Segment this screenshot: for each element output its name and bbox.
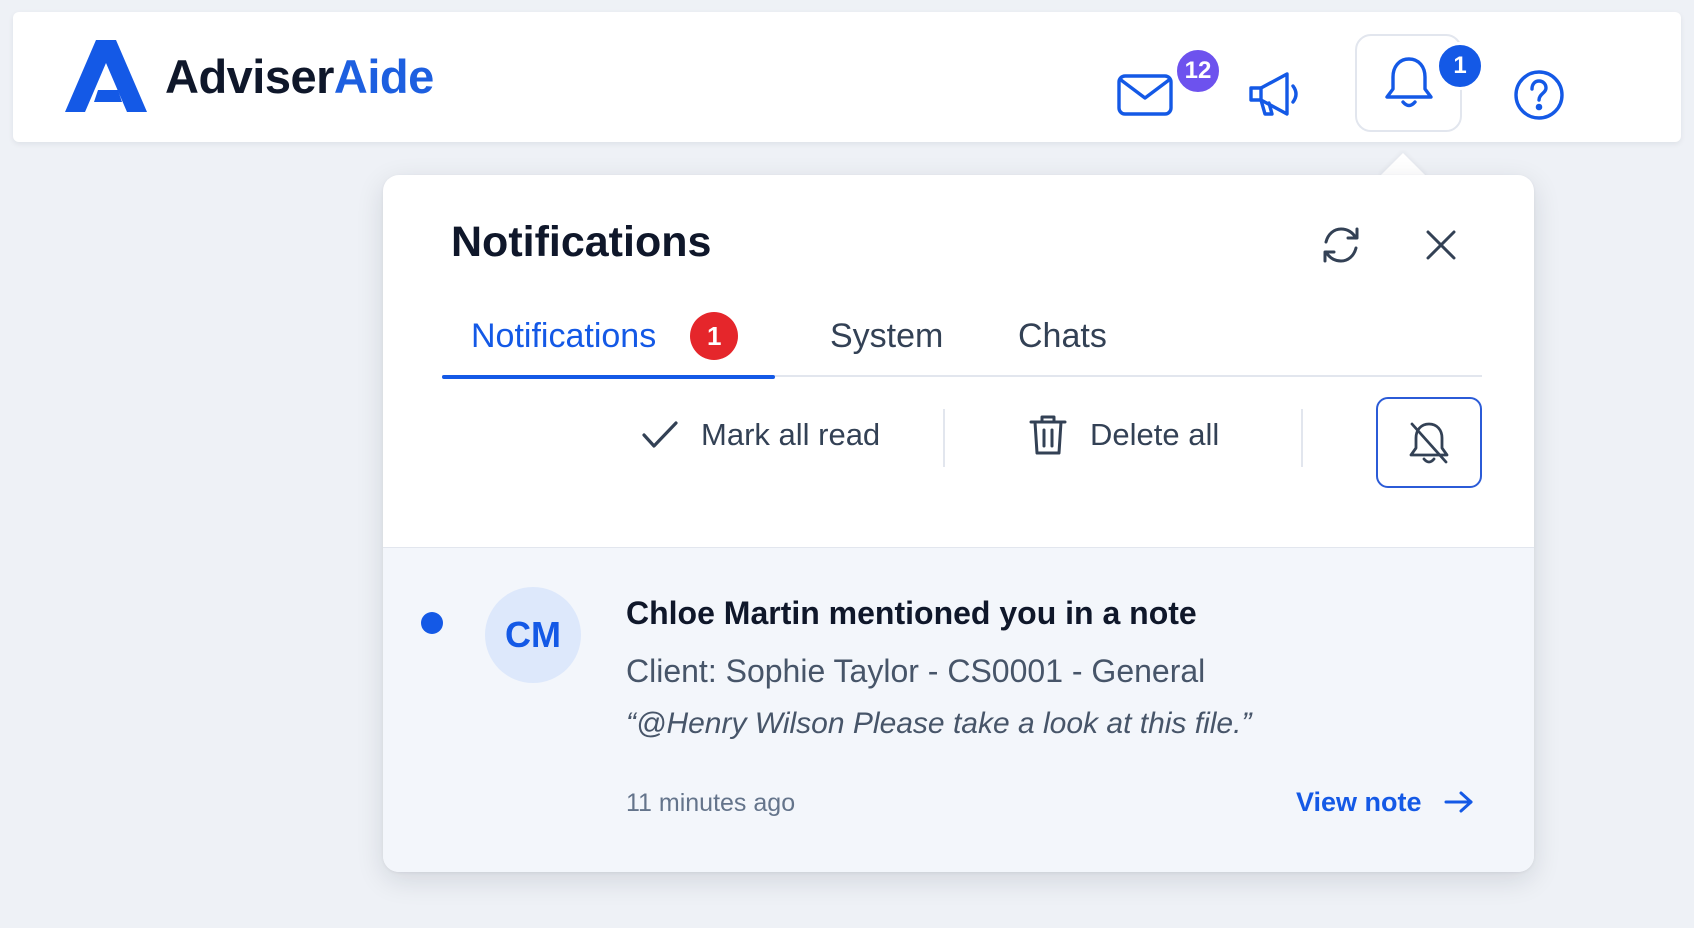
notifications-count-badge: 1 [1436,42,1484,90]
notification-item[interactable]: CM Chloe Martin mentioned you in a note … [383,547,1534,872]
close-button[interactable] [1411,215,1471,275]
panel-caret [1378,150,1430,176]
help-icon [1514,70,1564,120]
tab-system[interactable]: System [830,295,943,377]
brand-name-part1: Adviser [165,49,334,103]
notification-quote: “@Henry Wilson Please take a look at thi… [626,707,1252,740]
notification-timestamp: 11 minutes ago [626,789,796,817]
tab-system-label: System [830,316,944,355]
mark-all-read-label: Mark all read [701,417,881,452]
panel-title: Notifications [451,218,712,266]
notification-client: Client: Sophie Taylor - CS0001 - General [626,653,1206,689]
announcements-button[interactable] [1231,50,1321,140]
tab-notifications-badge: 1 [690,312,739,360]
top-bar: AdviserAide 12 1 [13,12,1681,142]
refresh-button[interactable] [1311,215,1371,275]
delete-all-label: Delete all [1090,417,1220,452]
trash-icon [1029,415,1067,455]
delete-all-button[interactable]: Delete all [1028,403,1219,467]
megaphone-icon [1249,72,1298,116]
mail-count-badge: 12 [1174,47,1222,95]
notification-title: Chloe Martin mentioned you in a note [626,595,1197,631]
refresh-icon [1323,227,1359,263]
tab-notifications[interactable]: Notifications 1 [442,295,775,379]
tab-notifications-label: Notifications [471,316,657,355]
view-note-link[interactable]: View note [1296,780,1474,824]
view-note-label: View note [1296,786,1422,817]
bell-off-icon [1409,422,1449,463]
logo-mark-icon [65,40,147,112]
action-bar: Mark all read Delete all [383,377,1534,502]
checkmark-icon [642,421,678,448]
unread-indicator [421,612,443,634]
close-icon [1426,230,1456,260]
mark-all-read-button[interactable]: Mark all read [641,403,880,467]
bell-icon [1384,57,1433,108]
mute-notifications-button[interactable] [1376,397,1482,488]
help-button[interactable] [1494,50,1584,140]
brand-logo[interactable]: AdviserAide [65,40,434,112]
avatar: CM [485,587,581,683]
brand-name: AdviserAide [165,53,434,100]
action-divider [1301,409,1303,467]
action-divider [943,409,945,467]
tab-bar: Notifications 1 System Chats [442,295,1482,379]
tab-chats[interactable]: Chats [1018,295,1107,377]
mail-icon [1117,74,1173,116]
arrow-right-icon [1444,791,1473,813]
tab-chats-label: Chats [1018,316,1107,355]
notifications-panel: Notifications Notifications 1 System Cha… [383,175,1534,872]
brand-name-part2: Aide [333,49,434,103]
